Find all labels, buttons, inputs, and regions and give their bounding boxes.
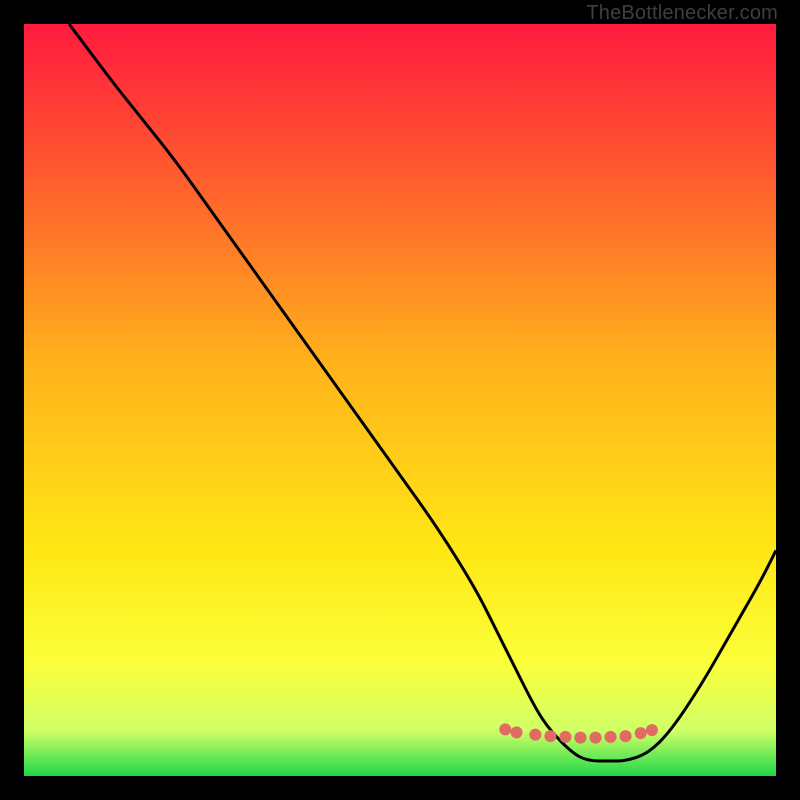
highlight-dot (574, 732, 586, 744)
chart-frame: TheBottlenecker.com (0, 0, 800, 800)
highlight-dot (635, 727, 647, 739)
highlight-dot (620, 730, 632, 742)
highlight-dot (646, 724, 658, 736)
highlight-dot (605, 731, 617, 743)
chart-svg (24, 24, 776, 776)
highlight-dot (559, 731, 571, 743)
highlight-dot (544, 730, 556, 742)
highlight-dot (511, 726, 523, 738)
highlight-dot (590, 732, 602, 744)
highlight-dot (529, 729, 541, 741)
gradient-background (24, 24, 776, 776)
plot-area (24, 24, 776, 776)
attribution-text: TheBottlenecker.com (586, 2, 778, 25)
highlight-dot (499, 723, 511, 735)
